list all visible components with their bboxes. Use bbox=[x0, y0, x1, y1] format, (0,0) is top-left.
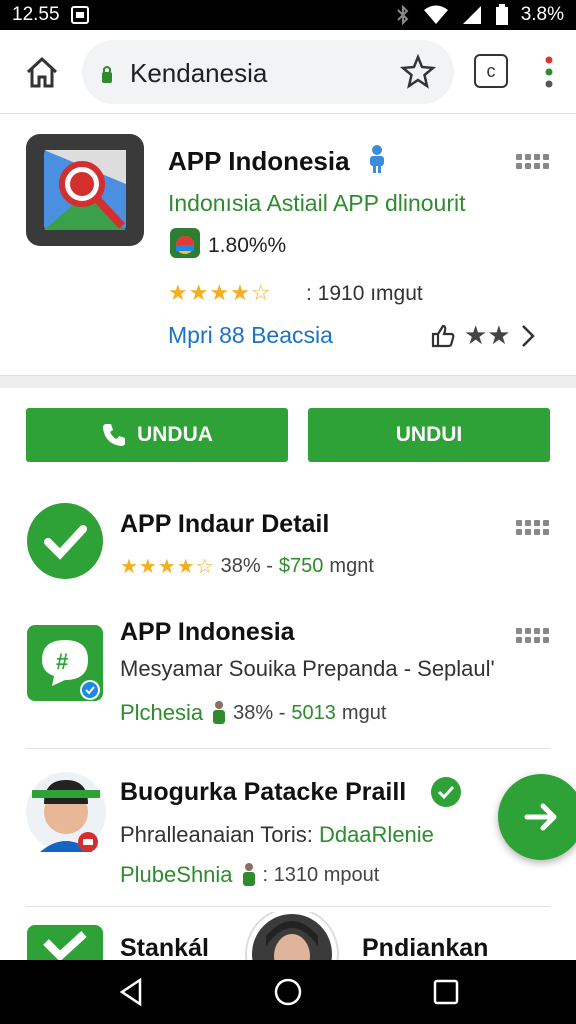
featured-app-card[interactable]: APP Indonesia Indonısia Astiail APP dlin… bbox=[0, 114, 576, 376]
home-nav-button[interactable] bbox=[272, 976, 304, 1008]
list-item[interactable]: # APP Indonesia Mesyamar Souika Prepanda… bbox=[0, 612, 576, 742]
list-divider bbox=[26, 906, 550, 907]
status-bar: 12.55 3.8% bbox=[0, 0, 576, 30]
section-separator bbox=[0, 376, 576, 388]
list-item-price: 5013 bbox=[291, 701, 336, 724]
list-item-title: APP Indonesia bbox=[120, 618, 295, 646]
list-item-label: PlubeShnia bbox=[120, 862, 233, 887]
download-call-label: UNDUA bbox=[137, 423, 213, 446]
tabs-button[interactable]: c bbox=[474, 54, 508, 88]
list-divider bbox=[26, 748, 550, 749]
status-time: 12.55 bbox=[12, 4, 60, 25]
list-item[interactable]: APP Indaur Detail ★★★★☆ 38% - $750 mgnt bbox=[0, 496, 576, 596]
list-item-downloads: : 1310 mpout bbox=[262, 863, 380, 886]
thumbs-up-icon[interactable] bbox=[430, 323, 456, 349]
list-item-percent: 38% - bbox=[233, 701, 286, 724]
arrow-right-icon bbox=[524, 803, 557, 831]
person-icon bbox=[242, 863, 255, 886]
more-options-icon[interactable] bbox=[516, 154, 549, 169]
home-circle-icon bbox=[274, 978, 302, 1006]
app-icon bbox=[27, 925, 103, 960]
maps-search-icon bbox=[44, 150, 126, 230]
screen: 12.55 3.8% Kendanesia c APP Indonesia In… bbox=[0, 0, 576, 1024]
featured-app-subtitle: Indonısia Astiail APP dlinourit bbox=[168, 190, 466, 216]
list-item-description: Mesyamar Souika Prepanda - Seplaul' bbox=[120, 656, 495, 681]
list-item-stars: ★★★★☆ bbox=[120, 556, 215, 578]
avatar bbox=[245, 912, 339, 960]
screenshot-icon bbox=[70, 6, 89, 24]
star-outline-icon bbox=[399, 53, 437, 89]
next-fab-button[interactable] bbox=[498, 774, 576, 860]
tabs-count: c bbox=[486, 60, 496, 81]
browser-toolbar: Kendanesia c bbox=[0, 30, 576, 114]
lock-icon bbox=[102, 66, 112, 83]
rainbow-app-icon bbox=[170, 228, 200, 258]
list-item-title: Buogurka Patacke Praill bbox=[120, 778, 407, 806]
featured-app-title: APP Indonesia bbox=[168, 146, 350, 176]
list-item-desc-prefix: Phralleanaian Toris: bbox=[120, 822, 313, 847]
list-item-desc-highlight: DdaaRlenie bbox=[318, 822, 434, 847]
list-item-price: $750 bbox=[278, 555, 324, 577]
bookmark-button[interactable] bbox=[399, 53, 437, 90]
chat-app-icon: # bbox=[27, 625, 103, 701]
featured-app-link[interactable]: Mpri 88 Beacsia bbox=[168, 322, 333, 349]
chevron-right-icon[interactable] bbox=[519, 323, 537, 349]
back-triangle-icon bbox=[119, 977, 142, 1007]
home-button[interactable] bbox=[22, 54, 62, 90]
svg-text:#: # bbox=[56, 649, 68, 674]
list-item-label: Plchesia bbox=[120, 700, 204, 725]
more-options-icon[interactable] bbox=[516, 628, 549, 643]
list-item-description: Phralleanaian Toris: DdaaRlenie bbox=[120, 822, 434, 848]
list-item-title-secondary: Pndiankan bbox=[362, 934, 489, 960]
featured-app-stars: ★★★★☆ bbox=[168, 280, 272, 305]
checkmark-app-icon bbox=[27, 503, 103, 579]
list-item-meta: PlubeShnia : 1310 mpout bbox=[120, 862, 379, 888]
signal-icon bbox=[462, 6, 481, 24]
person-icon bbox=[213, 701, 226, 724]
rating-stars-gray: ★★ bbox=[464, 320, 511, 350]
more-options-icon[interactable] bbox=[516, 520, 549, 535]
featured-app-percent: 1.80%% bbox=[208, 234, 287, 257]
wifi-icon bbox=[423, 5, 448, 24]
download-call-button[interactable]: UNDUA bbox=[26, 408, 288, 462]
list-item-suffix: mgut bbox=[341, 701, 387, 724]
list-item-suffix: mgnt bbox=[329, 555, 374, 577]
list-item-title: Stankál bbox=[120, 934, 209, 960]
verified-check-icon bbox=[431, 777, 461, 807]
url-text: Kendanesia bbox=[130, 58, 268, 88]
featured-app-icon bbox=[26, 134, 144, 246]
person-badge-icon bbox=[370, 145, 384, 173]
download-button[interactable]: UNDUI bbox=[308, 408, 550, 462]
status-right: 3.8% bbox=[395, 4, 564, 26]
recents-button[interactable] bbox=[430, 976, 462, 1008]
recents-square-icon bbox=[433, 979, 459, 1005]
battery-level: 3.8% bbox=[520, 4, 564, 25]
avatar bbox=[26, 772, 106, 852]
list-item-title: APP Indaur Detail bbox=[120, 510, 330, 538]
list-item[interactable]: Stankál Pndiankan bbox=[0, 912, 576, 960]
list-item[interactable]: Buogurka Patacke Praill Phralleanaian To… bbox=[0, 760, 576, 900]
phone-icon bbox=[103, 424, 126, 446]
overflow-menu-icon bbox=[545, 56, 553, 88]
list-item-meta: Plchesia 38% - 5013 mgut bbox=[120, 700, 386, 726]
list-item-meta: ★★★★☆ 38% - $750 mgnt bbox=[120, 554, 374, 579]
bluetooth-icon bbox=[396, 5, 409, 25]
list-item-percent: 38% - bbox=[220, 555, 273, 577]
back-button[interactable] bbox=[116, 976, 148, 1008]
download-label: UNDUI bbox=[395, 423, 463, 446]
system-navigation-bar bbox=[0, 960, 576, 1024]
home-icon bbox=[26, 56, 58, 88]
menu-button[interactable] bbox=[542, 54, 556, 90]
address-bar[interactable]: Kendanesia bbox=[82, 40, 454, 104]
featured-actions: ★★ bbox=[430, 320, 537, 351]
featured-app-downloads: : 1910 ımgut bbox=[306, 282, 423, 305]
battery-icon bbox=[495, 4, 508, 25]
